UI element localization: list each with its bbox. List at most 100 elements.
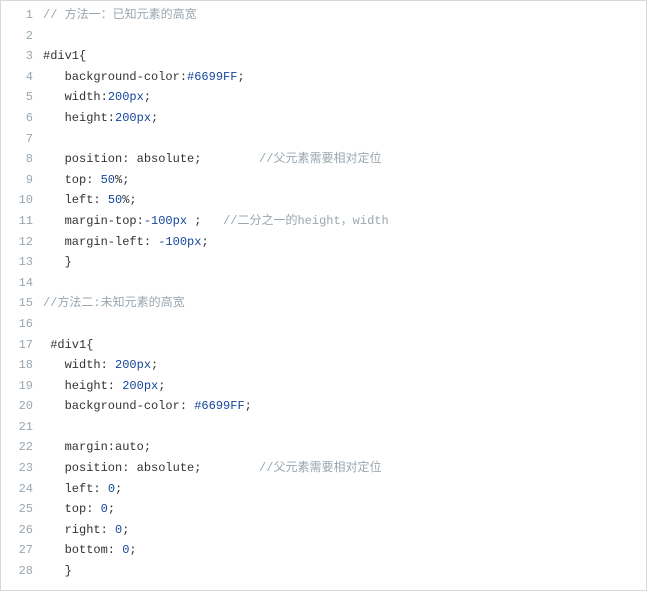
code-comment: //二分之一的height，width	[223, 214, 389, 228]
line-number: 23	[1, 458, 43, 479]
code-text: width:	[43, 90, 108, 104]
code-comment: //方法二:未知元素的高宽	[43, 296, 185, 310]
code-line: 24 left: 0;	[1, 479, 646, 500]
line-number: 12	[1, 232, 43, 253]
code-line: 17 #div1{	[1, 335, 646, 356]
line-number: 4	[1, 67, 43, 88]
code-text: position: absolute;	[43, 461, 259, 475]
code-line: 1// 方法一：已知元素的高宽	[1, 5, 646, 26]
code-line: 21	[1, 417, 646, 438]
code-line: 12 margin-left: -100px;	[1, 232, 646, 253]
line-number: 7	[1, 129, 43, 150]
code-line-content: top: 0;	[43, 499, 115, 520]
code-line: 4 background-color:#6699FF;	[1, 67, 646, 88]
code-text: right:	[43, 523, 115, 537]
code-line: 14	[1, 273, 646, 294]
code-text: }	[43, 255, 72, 269]
code-text: ;	[115, 482, 122, 496]
code-text: ;	[144, 90, 151, 104]
code-line: 22 margin:auto;	[1, 437, 646, 458]
code-line: 19 height: 200px;	[1, 376, 646, 397]
line-number: 14	[1, 273, 43, 294]
code-line-content: margin-left: -100px;	[43, 232, 209, 253]
code-line: 5 width:200px;	[1, 87, 646, 108]
code-line: 9 top: 50%;	[1, 170, 646, 191]
code-text: ;	[122, 523, 129, 537]
code-lines: 1// 方法一：已知元素的高宽23#div1{4 background-colo…	[1, 1, 646, 582]
code-literal: 200px	[115, 358, 151, 372]
code-line-content: width:200px;	[43, 87, 151, 108]
code-text: ;	[201, 235, 208, 249]
code-line-content: }	[43, 561, 72, 582]
code-text: background-color:	[43, 70, 187, 84]
code-line: 11 margin-top:-100px ; //二分之一的height，wid…	[1, 211, 646, 232]
code-line: 10 left: 50%;	[1, 190, 646, 211]
code-line-content: left: 50%;	[43, 190, 137, 211]
code-line-content: top: 50%;	[43, 170, 129, 191]
code-text: #div1{	[43, 49, 86, 63]
code-text: top:	[43, 502, 101, 516]
code-line-content: margin-top:-100px ; //二分之一的height，width	[43, 211, 389, 232]
code-literal: 200px	[122, 379, 158, 393]
code-text: bottom:	[43, 543, 122, 557]
code-text: height:	[43, 379, 122, 393]
code-literal: -100px	[158, 235, 201, 249]
code-line-content: margin:auto;	[43, 437, 151, 458]
code-line-content: }	[43, 252, 72, 273]
code-literal: 0	[108, 482, 115, 496]
code-text: top:	[43, 173, 101, 187]
code-line: 6 height:200px;	[1, 108, 646, 129]
code-comment: // 方法一：已知元素的高宽	[43, 8, 197, 22]
code-line-content: height: 200px;	[43, 376, 165, 397]
code-line: 7	[1, 129, 646, 150]
code-literal: 0	[101, 502, 108, 516]
code-literal: 50	[108, 193, 122, 207]
line-number: 15	[1, 293, 43, 314]
code-line: 23 position: absolute; //父元素需要相对定位	[1, 458, 646, 479]
code-text: margin-top:	[43, 214, 144, 228]
line-number: 25	[1, 499, 43, 520]
code-line: 8 position: absolute; //父元素需要相对定位	[1, 149, 646, 170]
code-line-content: height:200px;	[43, 108, 158, 129]
code-text: #div1{	[43, 338, 93, 352]
line-number: 28	[1, 561, 43, 582]
line-number: 26	[1, 520, 43, 541]
code-text: width:	[43, 358, 115, 372]
code-literal: 200px	[115, 111, 151, 125]
code-text: ;	[108, 502, 115, 516]
code-line: 15//方法二:未知元素的高宽	[1, 293, 646, 314]
code-text: ;	[237, 70, 244, 84]
code-text: ;	[187, 214, 223, 228]
code-text: margin-left:	[43, 235, 158, 249]
code-line: 18 width: 200px;	[1, 355, 646, 376]
code-text: ;	[151, 358, 158, 372]
line-number: 22	[1, 437, 43, 458]
line-number: 17	[1, 335, 43, 356]
line-number: 18	[1, 355, 43, 376]
code-text: left:	[43, 482, 108, 496]
code-line: 26 right: 0;	[1, 520, 646, 541]
code-block: 1// 方法一：已知元素的高宽23#div1{4 background-colo…	[0, 0, 647, 591]
line-number: 2	[1, 26, 43, 47]
line-number: 1	[1, 5, 43, 26]
code-text: height:	[43, 111, 115, 125]
code-literal: -100px	[144, 214, 187, 228]
line-number: 16	[1, 314, 43, 335]
code-comment: //父元素需要相对定位	[259, 152, 381, 166]
code-line: 13 }	[1, 252, 646, 273]
line-number: 6	[1, 108, 43, 129]
code-line: 2	[1, 26, 646, 47]
code-line-content: left: 0;	[43, 479, 122, 500]
code-line-content: background-color:#6699FF;	[43, 67, 245, 88]
code-comment: //父元素需要相对定位	[259, 461, 381, 475]
code-line: 20 background-color: #6699FF;	[1, 396, 646, 417]
code-line-content: //方法二:未知元素的高宽	[43, 293, 185, 314]
code-text: background-color:	[43, 399, 194, 413]
code-line-content: position: absolute; //父元素需要相对定位	[43, 458, 381, 479]
code-text: position: absolute;	[43, 152, 259, 166]
line-number: 3	[1, 46, 43, 67]
code-literal: #6699FF	[187, 70, 237, 84]
code-line-content: width: 200px;	[43, 355, 158, 376]
code-line-content: // 方法一：已知元素的高宽	[43, 5, 197, 26]
code-literal: #6699FF	[194, 399, 244, 413]
